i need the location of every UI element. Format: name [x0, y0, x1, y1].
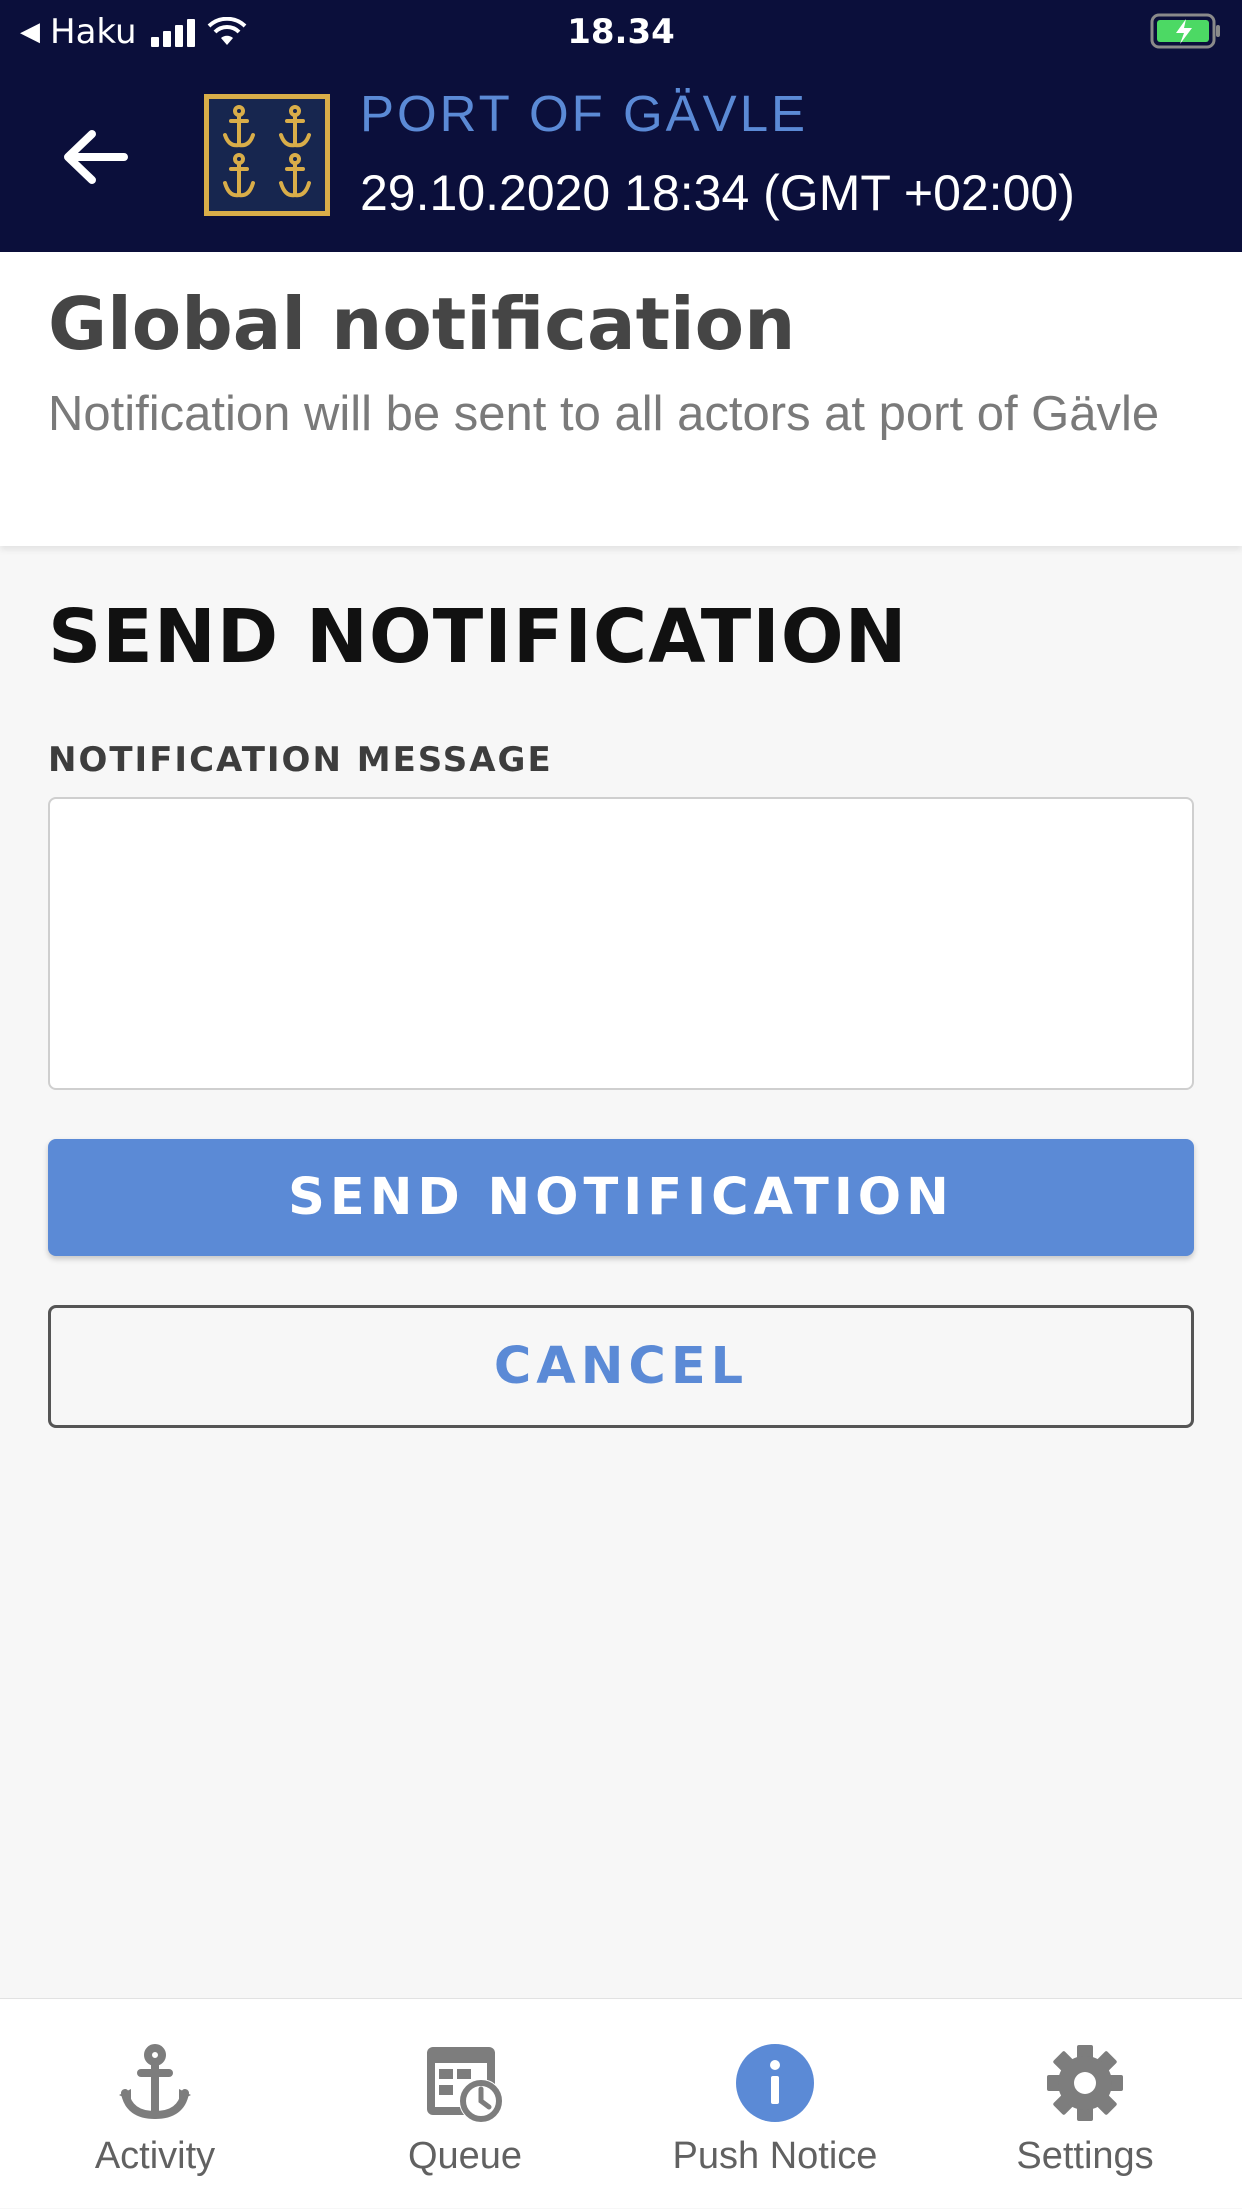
tab-activity[interactable]: Activity: [0, 1999, 310, 2209]
tab-label: Push Notice: [672, 2135, 878, 2177]
tab-queue[interactable]: Queue: [310, 1999, 620, 2209]
section-heading: SEND NOTIFICATION: [48, 594, 908, 680]
message-field-label: NOTIFICATION MESSAGE: [48, 740, 553, 780]
back-arrow-icon[interactable]: [52, 114, 138, 200]
port-name: PORT OF GÄVLE: [360, 85, 809, 142]
info-icon: [736, 2044, 814, 2122]
tab-push-notice[interactable]: Push Notice: [620, 1999, 930, 2209]
port-logo-anchors: [204, 94, 330, 216]
status-time: 18.34: [567, 12, 675, 52]
send-notification-button[interactable]: SEND NOTIFICATION: [48, 1139, 1194, 1256]
anchor-icon: [119, 2044, 191, 2120]
page-title: Global notification: [48, 282, 796, 366]
app-header: PORT OF GÄVLE 29.10.2020 18:34 (GMT +02:…: [0, 62, 1242, 252]
notification-message-input[interactable]: [48, 797, 1194, 1090]
bottom-tab-bar: Activity Queue Push Notice Settings: [0, 1998, 1242, 2208]
cancel-button[interactable]: CANCEL: [48, 1305, 1194, 1428]
battery-charging-icon: [1150, 13, 1220, 49]
port-timestamp: 29.10.2020 18:34 (GMT +02:00): [360, 165, 1075, 221]
queue-clock-icon: [427, 2047, 503, 2123]
tab-label: Settings: [1016, 2135, 1154, 2177]
tab-label: Queue: [407, 2135, 523, 2177]
info-panel: Global notification Notification will be…: [0, 252, 1242, 546]
status-bar: ◀ Haku 18.34: [0, 0, 1242, 62]
gear-icon: [1047, 2045, 1123, 2121]
tab-settings[interactable]: Settings: [930, 1999, 1240, 2209]
page-description: Notification will be sent to all actors …: [48, 387, 1160, 441]
tab-label: Activity: [94, 2135, 216, 2177]
